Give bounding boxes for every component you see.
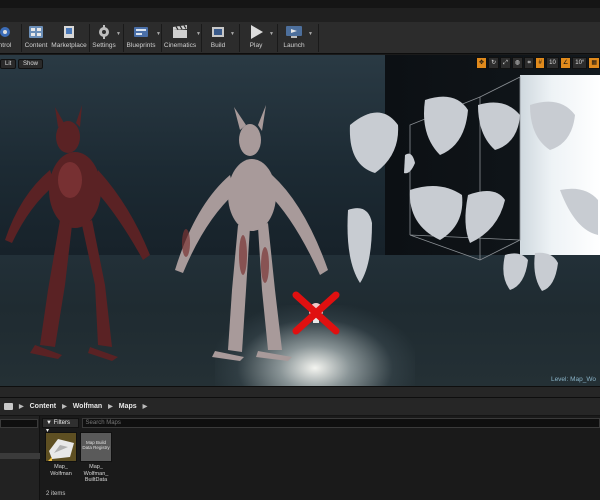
breadcrumb-wolfman[interactable]: Wolfman: [73, 403, 102, 410]
build-dropdown-icon[interactable]: ▼: [230, 31, 235, 37]
launch-icon: [285, 24, 303, 40]
chevron-right-icon: ▶: [108, 404, 113, 410]
content-icon: [27, 24, 45, 40]
settings-button[interactable]: Settings ▼: [92, 22, 121, 54]
show-button[interactable]: Show: [18, 59, 44, 69]
content-button[interactable]: Content: [24, 22, 48, 54]
build-data-thumbnail: Map Build Data Registry: [80, 432, 112, 462]
play-icon: [247, 24, 265, 40]
map-thumbnail-icon: [45, 432, 77, 462]
panel-splitter[interactable]: [0, 386, 600, 398]
asset-tile[interactable]: Map Build Data Registry Map_ Wolfman_ Bu…: [80, 432, 112, 484]
folder-search-input[interactable]: [0, 419, 38, 428]
filters-button[interactable]: ▼ Filters ▾: [42, 418, 79, 434]
play-dropdown-icon[interactable]: ▼: [269, 31, 274, 37]
chevron-right-icon: ▶: [62, 404, 67, 410]
rotation-snap-icon[interactable]: ∠: [559, 57, 572, 69]
chevron-right-icon: ▶: [19, 404, 24, 410]
viewport-transform-toolbar: ✥ ↻ ⤢ ◍ ⌗ # 10 ∠ 10° ▦: [476, 57, 600, 69]
grid-snap-icon[interactable]: #: [535, 57, 546, 69]
werewolf-model-dark: [5, 105, 150, 361]
surface-snap-icon[interactable]: ⌗: [524, 57, 535, 69]
select-mode-icon[interactable]: ✥: [476, 57, 488, 69]
settings-icon: [95, 24, 113, 40]
cinematics-button[interactable]: Cinematics ▼: [164, 22, 201, 54]
launch-button[interactable]: Launch ▼: [280, 22, 313, 54]
source-control-button[interactable]: ntrol: [0, 22, 16, 54]
rotation-snap-value[interactable]: 10°: [572, 57, 588, 69]
breadcrumb-maps[interactable]: Maps: [119, 403, 137, 410]
settings-dropdown-icon[interactable]: ▼: [116, 31, 121, 37]
chevron-right-icon: ▶: [142, 404, 148, 410]
play-button[interactable]: Play ▼: [243, 22, 274, 54]
level-viewport[interactable]: Lit Show ✥ ↻ ⤢ ◍ ⌗ # 10 ∠ 10° ▦ Level: M…: [0, 55, 600, 386]
scale-icon[interactable]: ⤢: [500, 57, 511, 69]
content-browser-path-bar: ▶ Content ▶ Wolfman ▶ Maps ▶: [0, 398, 600, 416]
folder-icon: [4, 403, 13, 410]
main-toolbar: ntrol Content Marketplace Settings ▼ Blu…: [0, 22, 600, 54]
folder-tree-panel: [0, 416, 40, 500]
cinematics-icon: [171, 24, 189, 40]
launch-dropdown-icon[interactable]: ▼: [308, 31, 313, 37]
world-space-icon[interactable]: ◍: [511, 57, 524, 69]
point-light-icon: [292, 291, 340, 335]
build-button[interactable]: Build ▼: [206, 22, 235, 54]
asset-search-input[interactable]: Search Maps: [81, 418, 600, 428]
scene-objects: [5, 76, 598, 361]
blueprints-button[interactable]: Blueprints ▼: [126, 22, 161, 54]
marketplace-icon: [60, 24, 78, 40]
lit-mode-button[interactable]: Lit: [0, 59, 17, 69]
level-name-label: Level: Map_Wo: [550, 376, 596, 383]
fur-groom-assets: [347, 96, 598, 291]
selected-folder-row[interactable]: [0, 453, 40, 459]
window-tab-strip: [0, 0, 600, 22]
build-icon: [209, 24, 227, 40]
asset-tile[interactable]: Map_ Wolfman: [45, 432, 77, 477]
blueprints-icon: [132, 24, 150, 40]
scale-snap-icon[interactable]: ▦: [588, 57, 600, 69]
item-count: 2 items: [46, 491, 66, 497]
grid-snap-value[interactable]: 10: [546, 57, 559, 69]
rotate-icon[interactable]: ↻: [488, 57, 500, 69]
breadcrumb-content[interactable]: Content: [30, 403, 56, 410]
source-control-icon: [0, 24, 14, 40]
marketplace-button[interactable]: Marketplace: [51, 22, 87, 54]
